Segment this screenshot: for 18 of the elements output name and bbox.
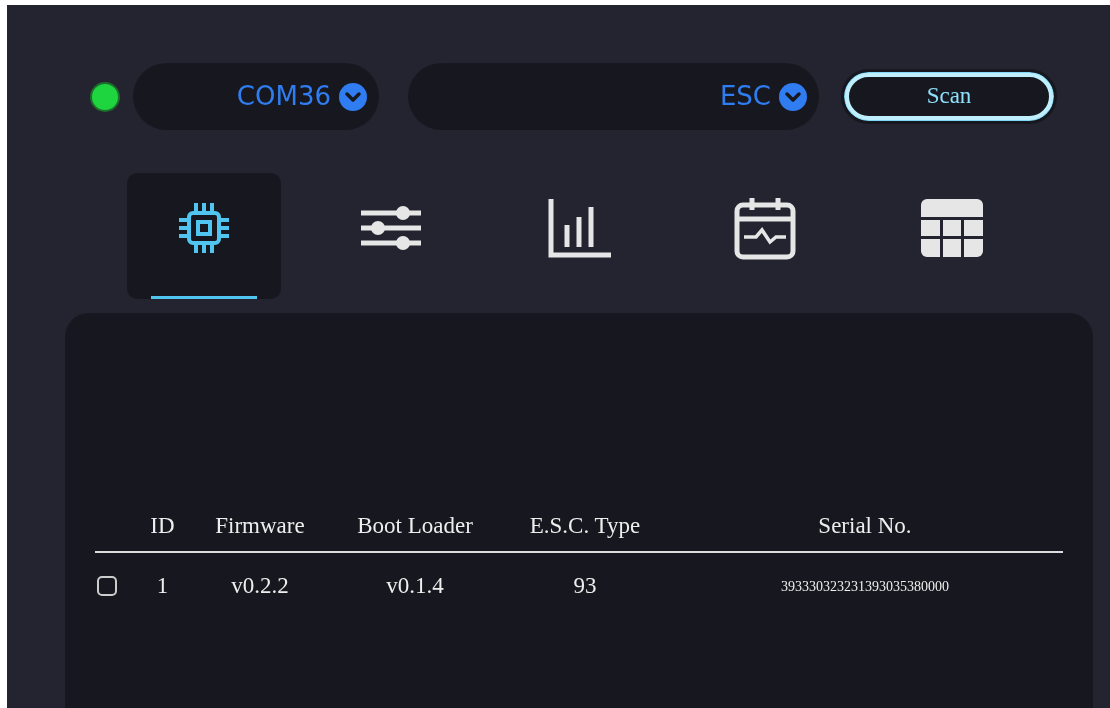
- table-cell-text: v0.2.2: [230, 571, 290, 600]
- device-select[interactable]: ESC: [408, 63, 819, 130]
- scan-button[interactable]: Scan: [841, 69, 1057, 124]
- table-cell-text: v0.1.4: [385, 571, 445, 600]
- calendar-icon: [732, 195, 798, 261]
- column-header: Serial No.: [817, 511, 913, 540]
- table-cell-text: 93: [572, 571, 598, 600]
- port-select[interactable]: COM36: [133, 63, 379, 130]
- column-header: Boot Loader: [356, 511, 474, 540]
- caret-icon: [339, 82, 367, 111]
- column-header: ID: [149, 511, 176, 540]
- row-checkbox[interactable]: [97, 576, 117, 596]
- tab[interactable]: [127, 173, 281, 299]
- table-cell-text: 393330323231393035380000: [780, 577, 950, 596]
- column-header: Firmware: [214, 511, 306, 540]
- column-header: E.S.C. Type: [528, 511, 642, 540]
- table-cell-text: 1: [155, 571, 170, 600]
- caret-icon: [779, 82, 807, 111]
